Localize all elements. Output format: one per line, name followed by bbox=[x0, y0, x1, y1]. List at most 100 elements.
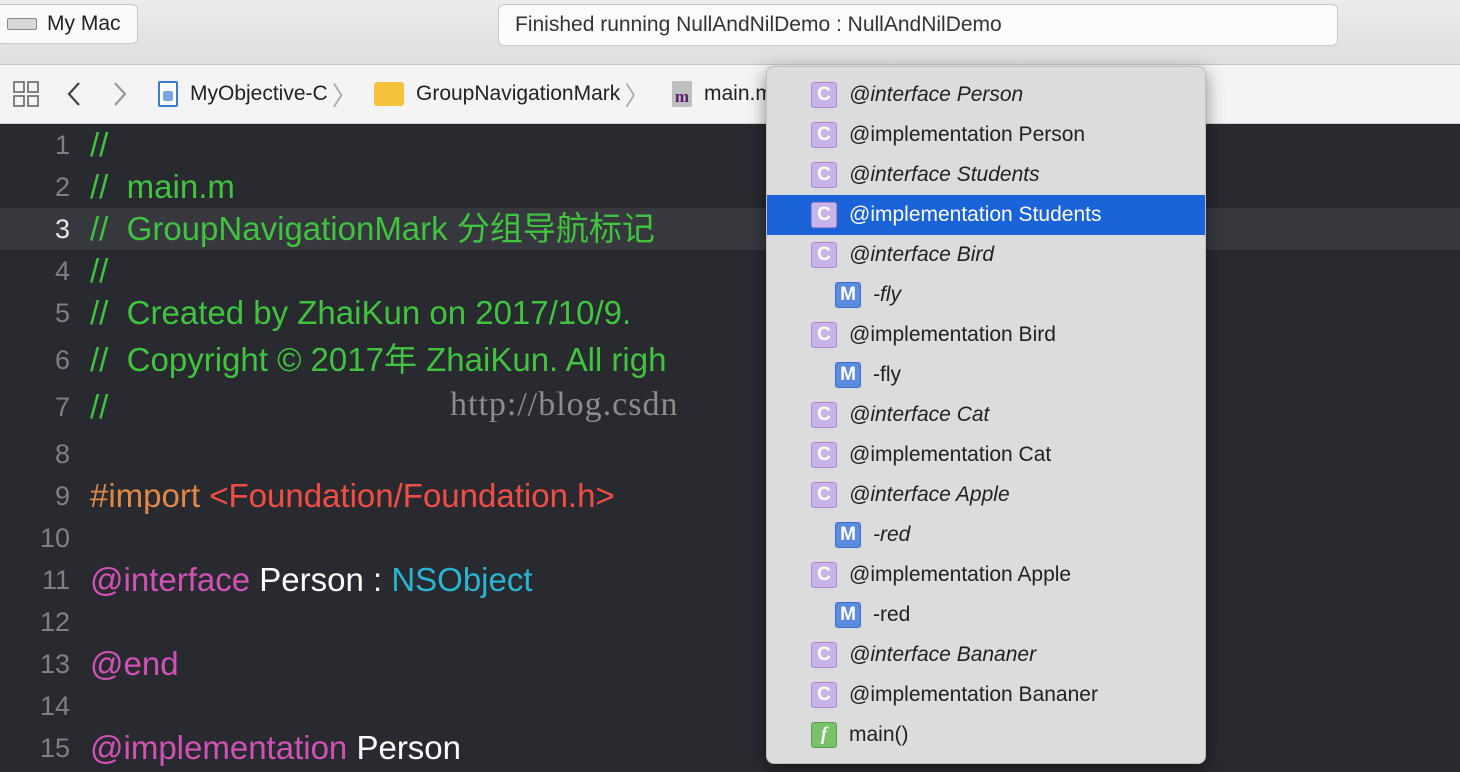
line-number: 9 bbox=[54, 481, 70, 511]
symbol-menu-item[interactable]: C @interface Bananer bbox=[767, 635, 1205, 675]
symbol-menu-item-label: main() bbox=[849, 723, 909, 746]
activity-status-text: Finished running NullAndNilDemo : NullAn… bbox=[515, 13, 1002, 36]
symbol-menu-item[interactable]: f main() bbox=[767, 715, 1205, 755]
symbol-menu-item-label: @implementation Bird bbox=[849, 323, 1056, 346]
symbol-menu-item-label: @implementation Cat bbox=[849, 443, 1052, 466]
class-symbol-icon: C bbox=[811, 122, 837, 148]
symbol-menu-item[interactable]: C @interface Person bbox=[767, 75, 1205, 115]
code-comment: // main.m bbox=[90, 168, 235, 205]
code-keyword: @end bbox=[90, 645, 179, 682]
breadcrumb-group-label: GroupNavigationMark bbox=[416, 82, 621, 105]
folder-icon bbox=[374, 82, 404, 106]
symbol-menu-item-label: -red bbox=[873, 523, 911, 546]
line-number: 8 bbox=[54, 439, 70, 469]
code-line: 4 // bbox=[0, 250, 1460, 292]
line-number: 2 bbox=[54, 172, 70, 202]
symbol-menu-item[interactable]: C @interface Apple bbox=[767, 475, 1205, 515]
class-symbol-icon: C bbox=[811, 642, 837, 668]
line-number: 15 bbox=[39, 733, 70, 763]
breadcrumb-separator-icon: 〉 bbox=[624, 80, 651, 111]
code-keyword: @interface bbox=[90, 561, 251, 598]
line-number: 11 bbox=[41, 565, 70, 595]
code-line: 14 bbox=[0, 685, 1460, 727]
line-number: 3 bbox=[54, 214, 70, 244]
code-plain: Person bbox=[347, 729, 462, 766]
code-line-current: 3 // GroupNavigationMark 分组导航标记 bbox=[0, 208, 1460, 250]
line-number: 1 bbox=[54, 130, 70, 160]
class-symbol-icon: C bbox=[811, 682, 837, 708]
symbol-menu-item[interactable]: C @interface Students bbox=[767, 155, 1205, 195]
method-symbol-icon: M bbox=[835, 602, 861, 628]
class-symbol-icon: C bbox=[811, 82, 837, 108]
symbol-menu-item-label: @interface Apple bbox=[849, 483, 1010, 506]
class-symbol-icon: C bbox=[811, 402, 837, 428]
code-preprocessor: #import bbox=[90, 477, 201, 514]
project-file-icon bbox=[158, 81, 178, 107]
symbol-menu-item[interactable]: M -red bbox=[767, 595, 1205, 635]
jump-bar: MyObjective-C 〉 GroupNavigationMark 〉 m … bbox=[0, 65, 1460, 124]
code-line: 8 bbox=[0, 433, 1460, 475]
objc-source-file-icon: m bbox=[672, 81, 692, 107]
mac-device-icon bbox=[7, 18, 37, 30]
breadcrumb-separator-icon: 〉 bbox=[331, 80, 358, 111]
code-type: NSObject bbox=[391, 561, 533, 598]
code-line: 15 @implementation Person bbox=[0, 727, 1460, 769]
symbol-menu-item-label: @interface Bird bbox=[849, 243, 995, 266]
line-number: 6 bbox=[54, 345, 70, 375]
symbol-menu-item[interactable]: C @implementation Apple bbox=[767, 555, 1205, 595]
line-number: 7 bbox=[54, 392, 70, 422]
symbol-menu-item[interactable]: M -red bbox=[767, 515, 1205, 555]
line-number: 14 bbox=[39, 691, 70, 721]
activity-status-bar: Finished running NullAndNilDemo : NullAn… bbox=[498, 4, 1338, 46]
breadcrumb-file-label: main.m bbox=[704, 82, 773, 105]
related-items-grid-icon[interactable] bbox=[12, 65, 40, 123]
line-number: 12 bbox=[39, 607, 70, 637]
code-comment: // bbox=[90, 126, 109, 163]
run-destination-label: My Mac bbox=[47, 12, 121, 35]
code-plain: Person : bbox=[250, 561, 392, 598]
code-line: 10 bbox=[0, 517, 1460, 559]
code-line: 7 // bbox=[0, 386, 1460, 428]
symbol-menu-item[interactable]: C @implementation Bananer bbox=[767, 675, 1205, 715]
back-chevron-icon[interactable] bbox=[64, 65, 84, 123]
class-symbol-icon: C bbox=[811, 442, 837, 468]
breadcrumb-file[interactable]: m main.m bbox=[672, 65, 773, 123]
code-line: 13 @end bbox=[0, 643, 1460, 685]
symbol-menu-item-label: @interface Cat bbox=[849, 403, 990, 426]
run-destination-selector[interactable]: My Mac bbox=[0, 4, 138, 44]
code-comment: // bbox=[90, 388, 109, 425]
code-comment: // Created by ZhaiKun on 2017/10/9. bbox=[90, 294, 632, 331]
symbol-menu-item-label: @implementation Students bbox=[849, 203, 1102, 226]
symbol-menu-item-label: -red bbox=[873, 603, 911, 626]
symbol-menu-item-label: @implementation Bananer bbox=[849, 683, 1098, 706]
symbol-menu-item[interactable]: C @implementation Person bbox=[767, 115, 1205, 155]
function-symbol-icon: f bbox=[811, 722, 837, 748]
symbol-menu-item[interactable]: C @implementation Students bbox=[767, 195, 1205, 235]
symbol-menu-item-label: @interface Students bbox=[849, 163, 1040, 186]
window-toolbar: My Mac Finished running NullAndNilDemo :… bbox=[0, 0, 1460, 65]
symbol-menu-item[interactable]: C @implementation Bird bbox=[767, 315, 1205, 355]
symbol-menu-item-label: @interface Person bbox=[849, 83, 1024, 106]
forward-chevron-icon[interactable] bbox=[110, 65, 130, 123]
symbol-menu-item[interactable]: C @implementation Cat bbox=[767, 435, 1205, 475]
symbol-menu-item[interactable]: C @interface Cat bbox=[767, 395, 1205, 435]
breadcrumb-group[interactable]: GroupNavigationMark 〉 bbox=[374, 65, 650, 123]
symbol-menu-item[interactable]: M -fly bbox=[767, 275, 1205, 315]
breadcrumb-project[interactable]: MyObjective-C 〉 bbox=[158, 65, 358, 123]
code-comment: // GroupNavigationMark 分组导航标记 bbox=[90, 210, 655, 247]
breadcrumb-project-label: MyObjective-C bbox=[190, 82, 328, 105]
symbol-menu-item-label: -fly bbox=[873, 363, 901, 386]
code-line: 6 // Copyright © 2017年 ZhaiKun. All righ bbox=[0, 339, 1460, 381]
symbol-menu-item-label: @implementation Person bbox=[849, 123, 1086, 146]
code-import-statement: #import <Foundation/Foundation.h> bbox=[90, 475, 615, 517]
code-line: 12 bbox=[0, 601, 1460, 643]
line-number: 4 bbox=[54, 256, 70, 286]
code-string: <Foundation/Foundation.h> bbox=[209, 477, 615, 514]
code-comment: // Copyright © 2017年 ZhaiKun. All righ bbox=[90, 341, 667, 378]
class-symbol-icon: C bbox=[811, 562, 837, 588]
symbol-menu-item[interactable]: C @interface Bird bbox=[767, 235, 1205, 275]
symbol-menu-item-label: @interface Bananer bbox=[849, 643, 1037, 666]
symbol-menu-item[interactable]: M -fly bbox=[767, 355, 1205, 395]
code-comment: // bbox=[90, 252, 109, 289]
method-symbol-icon: M bbox=[835, 362, 861, 388]
